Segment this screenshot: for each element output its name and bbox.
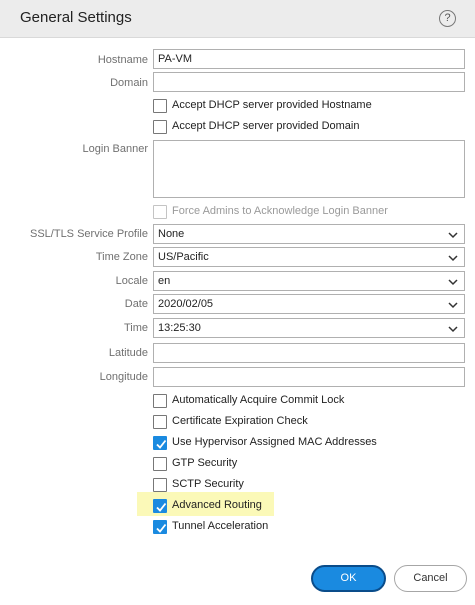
hypervisor-mac-label: Use Hypervisor Assigned MAC Addresses xyxy=(172,436,377,448)
locale-select[interactable]: en xyxy=(153,271,465,291)
tunnel-accel-label: Tunnel Acceleration xyxy=(172,520,269,532)
dhcp-hostname-label: Accept DHCP server provided Hostname xyxy=(172,99,372,111)
ok-button[interactable]: OK xyxy=(311,565,386,592)
hypervisor-mac-checkbox[interactable] xyxy=(153,436,167,450)
advanced-routing-checkbox[interactable] xyxy=(153,499,167,513)
dhcp-domain-checkbox[interactable] xyxy=(153,120,167,134)
ssl-tls-label: SSL/TLS Service Profile xyxy=(30,228,148,240)
cancel-button[interactable]: Cancel xyxy=(394,565,467,592)
date-value: 2020/02/05 xyxy=(158,298,214,310)
locale-label: Locale xyxy=(115,275,148,287)
gtp-security-checkbox[interactable] xyxy=(153,457,167,471)
gtp-security-label: GTP Security xyxy=(172,457,238,469)
time-zone-select[interactable]: US/Pacific xyxy=(153,247,465,267)
dhcp-domain-label: Accept DHCP server provided Domain xyxy=(172,120,360,132)
domain-input[interactable] xyxy=(153,72,465,92)
cert-check-label: Certificate Expiration Check xyxy=(172,415,308,427)
locale-value: en xyxy=(158,275,171,287)
time-label: Time xyxy=(123,322,148,334)
chevron-down-icon xyxy=(448,326,458,333)
time-zone-value: US/Pacific xyxy=(158,251,209,263)
checkmark-icon xyxy=(156,523,167,533)
dialog-header: General Settings ? xyxy=(0,0,475,38)
advanced-routing-label: Advanced Routing xyxy=(172,499,262,511)
help-icon[interactable]: ? xyxy=(439,10,456,27)
chevron-down-icon xyxy=(448,232,458,239)
commit-lock-checkbox[interactable] xyxy=(153,394,167,408)
force-banner-checkbox xyxy=(153,205,167,219)
latitude-input[interactable] xyxy=(153,343,465,363)
cert-check-checkbox[interactable] xyxy=(153,415,167,429)
sctp-security-checkbox[interactable] xyxy=(153,478,167,492)
latitude-label: Latitude xyxy=(108,347,148,359)
login-banner-textarea[interactable] xyxy=(153,140,465,198)
ssl-tls-value: None xyxy=(158,228,185,240)
longitude-input[interactable] xyxy=(153,367,465,387)
time-value: 13:25:30 xyxy=(158,322,201,334)
dialog-title: General Settings xyxy=(20,9,132,26)
time-select[interactable]: 13:25:30 xyxy=(153,318,465,338)
commit-lock-label: Automatically Acquire Commit Lock xyxy=(172,394,345,406)
ssl-tls-select[interactable]: None xyxy=(153,224,465,244)
force-banner-label: Force Admins to Acknowledge Login Banner xyxy=(172,205,388,217)
sctp-security-label: SCTP Security xyxy=(172,478,244,490)
date-select[interactable]: 2020/02/05 xyxy=(153,294,465,314)
chevron-down-icon xyxy=(448,279,458,286)
chevron-down-icon xyxy=(448,255,458,262)
domain-label: Domain xyxy=(110,77,148,89)
dhcp-hostname-checkbox[interactable] xyxy=(153,99,167,113)
time-zone-label: Time Zone xyxy=(95,251,148,263)
longitude-label: Longitude xyxy=(99,371,148,383)
checkmark-icon xyxy=(156,502,167,512)
hostname-label: Hostname xyxy=(97,54,148,66)
tunnel-accel-checkbox[interactable] xyxy=(153,520,167,534)
checkmark-icon xyxy=(156,439,167,449)
date-label: Date xyxy=(124,298,148,310)
login-banner-label: Login Banner xyxy=(82,143,148,155)
chevron-down-icon xyxy=(448,302,458,309)
hostname-input[interactable]: PA-VM xyxy=(153,49,465,69)
